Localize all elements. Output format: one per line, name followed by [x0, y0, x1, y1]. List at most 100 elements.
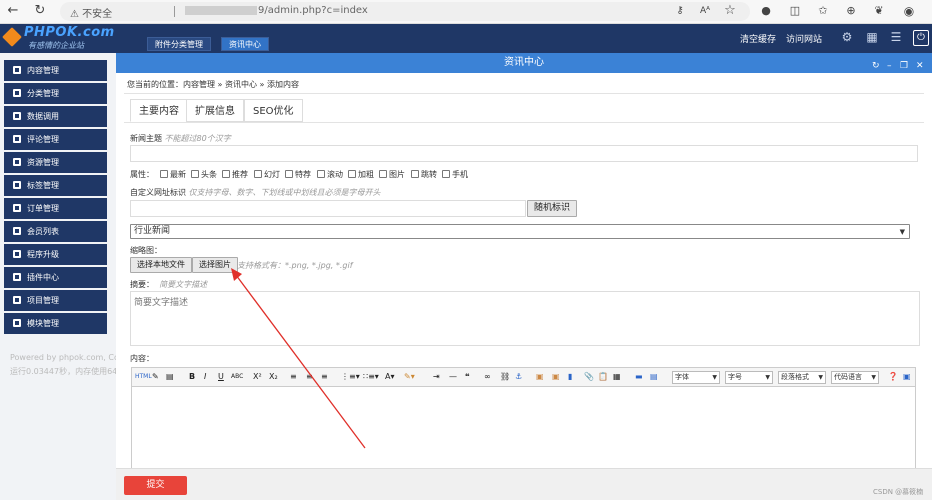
- url-text[interactable]: 9/admin.php?c=index: [185, 5, 368, 16]
- help-icon[interactable]: ❓: [888, 371, 898, 383]
- title-input[interactable]: [130, 145, 918, 162]
- title-label: 新闻主题 不能超过80个汉字: [130, 133, 231, 144]
- random-slug-button[interactable]: 随机标识: [527, 200, 578, 217]
- font-family-select[interactable]: 字体 ▼: [672, 371, 720, 384]
- attachment-icon[interactable]: 📎: [584, 371, 594, 383]
- profile-icon[interactable]: ◉: [901, 3, 917, 19]
- split-icon[interactable]: ◫: [787, 3, 803, 19]
- favorites-icon[interactable]: ✩: [815, 3, 831, 19]
- logo-brand: PHPOK.com: [24, 25, 115, 40]
- bold-icon[interactable]: B: [189, 371, 195, 383]
- shield-icon[interactable]: ❦: [871, 3, 887, 19]
- blockquote-icon[interactable]: ❝: [465, 371, 470, 383]
- code-language-select[interactable]: 代码语言 ▼: [831, 371, 879, 384]
- collections-icon[interactable]: ⊕: [843, 3, 859, 19]
- italic-icon[interactable]: I: [204, 371, 206, 383]
- checkbox-slide[interactable]: 幻灯: [254, 169, 280, 180]
- font-size-select[interactable]: 字号 ▼: [725, 371, 773, 384]
- sidebar-item-plugins[interactable]: 插件中心: [4, 267, 107, 288]
- star-icon[interactable]: ☆: [722, 3, 738, 19]
- address-bar[interactable]: ⚠ 不安全 9/admin.php?c=index: [60, 2, 750, 21]
- multi-image-icon[interactable]: ▣: [552, 371, 560, 383]
- video-icon[interactable]: ▮: [568, 371, 572, 383]
- security-indicator[interactable]: ⚠ 不安全: [70, 5, 112, 20]
- sidebar-item-modules[interactable]: 模块管理: [4, 313, 107, 334]
- sidebar-item-projects[interactable]: 项目管理: [4, 290, 107, 311]
- eraser-icon[interactable]: ✎: [152, 371, 159, 383]
- underline-icon[interactable]: U: [218, 371, 224, 383]
- read-aloud-icon[interactable]: Aᴬ: [697, 3, 713, 19]
- html-source-icon[interactable]: HTML: [135, 371, 152, 383]
- choose-local-file-button[interactable]: 选择本地文件: [130, 257, 192, 273]
- tab-news-center[interactable]: 资讯中心: [221, 37, 269, 51]
- sidebar-item-upgrade[interactable]: 程序升级: [4, 244, 107, 265]
- superscript-icon[interactable]: X²: [253, 371, 262, 383]
- image-icon[interactable]: ▣: [536, 371, 544, 383]
- menu-icon: [13, 66, 21, 74]
- category-select[interactable]: 行业新闻 ▼: [130, 224, 910, 239]
- logout-button[interactable]: ⏻: [913, 30, 929, 46]
- checkbox-scroll[interactable]: 滚动: [317, 169, 343, 180]
- strikethrough-icon[interactable]: ABC: [231, 371, 243, 383]
- tab-extended-info[interactable]: 扩展信息: [186, 99, 244, 122]
- summary-textarea[interactable]: 简要文字描述: [130, 291, 920, 346]
- ordered-list-icon[interactable]: ⋮≡▾: [341, 371, 360, 383]
- tab-seo[interactable]: SEO优化: [244, 99, 303, 122]
- sidebar-item-members[interactable]: 会员列表: [4, 221, 107, 242]
- align-right-icon[interactable]: ≡: [321, 371, 328, 383]
- sidebar-item-orders[interactable]: 订单管理: [4, 198, 107, 219]
- sidebar-item-label: 数据调用: [27, 112, 59, 121]
- thumb-label: 缩略图：: [130, 246, 162, 255]
- back-icon[interactable]: ←: [5, 3, 21, 19]
- key-icon[interactable]: ⚷: [672, 3, 688, 19]
- visit-site-link[interactable]: 访问网站: [786, 32, 822, 45]
- refresh-icon[interactable]: ↻: [32, 3, 48, 19]
- highlight-icon[interactable]: ✎▾: [404, 371, 415, 383]
- checkbox-mobile[interactable]: 手机: [442, 169, 468, 180]
- tab-main-content[interactable]: 主要内容: [130, 99, 188, 122]
- checkbox-image[interactable]: 图片: [379, 169, 405, 180]
- sidebar-item-category[interactable]: 分类管理: [4, 83, 107, 104]
- paragraph-format-select[interactable]: 段落格式 ▼: [778, 371, 826, 384]
- submit-button[interactable]: 提交: [124, 476, 187, 495]
- checkbox-bold[interactable]: 加粗: [348, 169, 374, 180]
- font-color-icon[interactable]: A▾: [385, 371, 395, 383]
- settings-icon[interactable]: ⚙: [841, 31, 853, 43]
- align-left-icon[interactable]: ≡: [290, 371, 297, 383]
- sidebar-item-tags[interactable]: 标签管理: [4, 175, 107, 196]
- subscript-icon[interactable]: X₂: [269, 371, 278, 383]
- sidebar-item-comments[interactable]: 评论管理: [4, 129, 107, 150]
- sidebar-item-resources[interactable]: 资源管理: [4, 152, 107, 173]
- list-icon[interactable]: ☰: [890, 31, 902, 43]
- page-break-icon[interactable]: ▬: [635, 371, 643, 383]
- logo[interactable]: PHPOK.com 有感情的企业站: [2, 24, 122, 53]
- sidebar-item-content[interactable]: 内容管理: [4, 60, 107, 81]
- code-block-icon[interactable]: ▤: [650, 371, 658, 383]
- unlink-icon[interactable]: ⛓: [500, 371, 510, 383]
- anchor-icon[interactable]: ⚓: [515, 371, 522, 383]
- sidebar-item-data-call[interactable]: 数据调用: [4, 106, 107, 127]
- watermark: CSDN @慕筱楠: [873, 488, 924, 496]
- tab-attachment-category[interactable]: 附件分类管理: [147, 37, 211, 51]
- checkbox-recommend[interactable]: 推荐: [222, 169, 248, 180]
- format-painter-icon[interactable]: ▤: [166, 371, 174, 383]
- grid-icon[interactable]: ▦: [866, 31, 878, 43]
- checkbox-special[interactable]: 特荐: [285, 169, 311, 180]
- font-size-value: 字号: [728, 373, 742, 381]
- fullscreen-icon[interactable]: ▣: [903, 371, 911, 383]
- checkbox-redirect[interactable]: 跳转: [411, 169, 437, 180]
- clear-cache-link[interactable]: 清空缓存: [740, 32, 776, 45]
- checkbox-newest[interactable]: 最新: [160, 169, 186, 180]
- horizontal-rule-icon[interactable]: —: [449, 371, 457, 383]
- slug-input[interactable]: [130, 200, 526, 217]
- extension-icon[interactable]: ●: [758, 3, 774, 19]
- unordered-list-icon[interactable]: ∷≡▾: [363, 371, 379, 383]
- link-icon[interactable]: ∞: [484, 371, 491, 383]
- indent-icon[interactable]: ⇥: [433, 371, 440, 383]
- paste-icon[interactable]: 📋: [598, 371, 608, 383]
- chevron-down-icon: ▼: [899, 228, 905, 236]
- table-icon[interactable]: ▦: [613, 371, 621, 383]
- align-center-icon[interactable]: ≡: [306, 371, 313, 383]
- choose-image-button[interactable]: 选择图片: [192, 257, 238, 273]
- checkbox-headline[interactable]: 头条: [191, 169, 217, 180]
